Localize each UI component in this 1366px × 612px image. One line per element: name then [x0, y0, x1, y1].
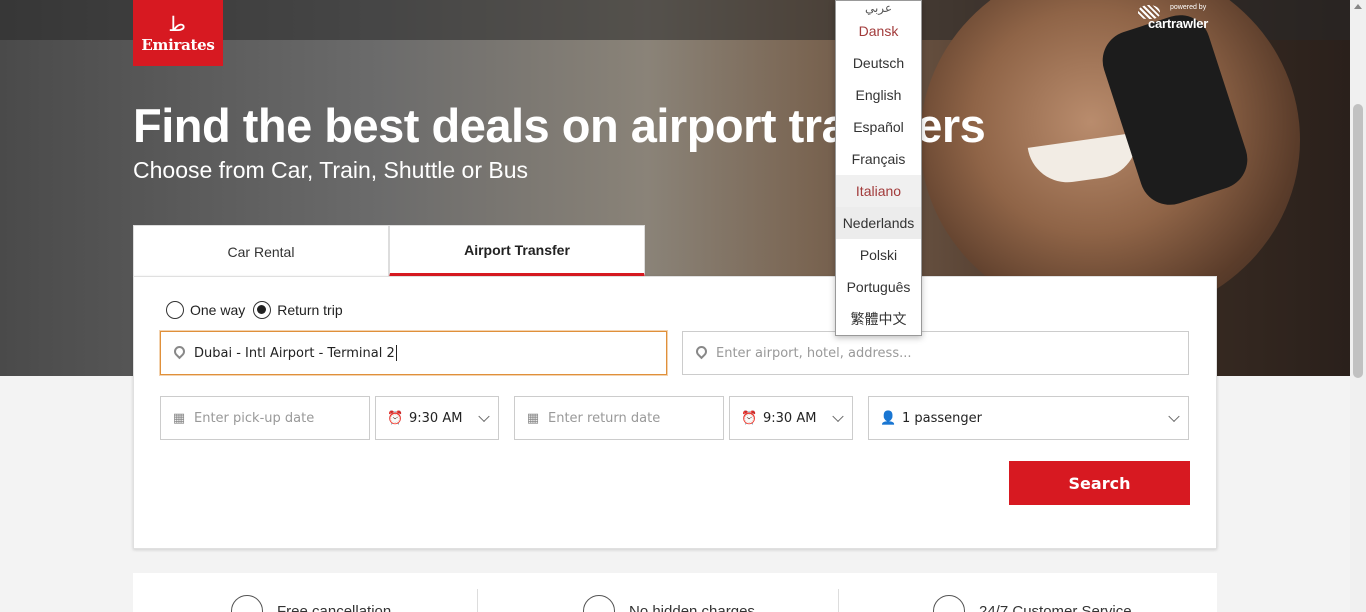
- passengers-select[interactable]: 👤 1 passenger: [868, 396, 1189, 440]
- money-icon: [583, 595, 615, 612]
- return-date-input[interactable]: ▦ Enter return date: [514, 396, 724, 440]
- tab-car-rental[interactable]: Car Rental: [133, 225, 389, 277]
- features-strip: Free cancellation No hidden charges 24/7…: [133, 573, 1217, 612]
- passengers-value: 1 passenger: [902, 410, 982, 426]
- scrollbar-thumb[interactable]: [1353, 104, 1363, 378]
- language-option-chinese-traditional[interactable]: 繁體中文: [836, 303, 921, 335]
- return-time-value: 9:30 AM: [763, 410, 817, 426]
- radio-circle-icon[interactable]: [166, 301, 184, 319]
- feature-label: 24/7 Customer Service: [979, 602, 1132, 612]
- pickup-time-select[interactable]: ⏰ 9:30 AM: [375, 396, 499, 440]
- language-option-nederlands[interactable]: Nederlands: [836, 207, 921, 239]
- feature-customer-service: 24/7 Customer Service: [933, 595, 1132, 612]
- return-trip-label: Return trip: [277, 302, 343, 318]
- page: Find the best deals on airport transfers…: [0, 0, 1366, 612]
- language-option-polski[interactable]: Polski: [836, 239, 921, 271]
- return-trip-radio[interactable]: Return trip: [253, 301, 343, 319]
- one-way-label: One way: [190, 302, 246, 318]
- search-form: One way Return trip Dubai - Intl Airport…: [133, 276, 1217, 549]
- trip-type-selector: One way Return trip: [166, 301, 351, 319]
- feature-label: No hidden charges: [629, 602, 755, 612]
- location-pin-icon: [171, 343, 187, 361]
- language-option-english[interactable]: English: [836, 79, 921, 111]
- language-option-italiano[interactable]: Italiano: [836, 175, 921, 207]
- question-chat-icon: [933, 595, 965, 612]
- page-subtitle: Choose from Car, Train, Shuttle or Bus: [133, 157, 529, 183]
- page-scrollbar[interactable]: [1350, 0, 1366, 612]
- pickup-location-input[interactable]: Dubai - Intl Airport - Terminal 2: [160, 331, 667, 375]
- language-option-espanol[interactable]: Español: [836, 111, 921, 143]
- chevron-down-icon: [832, 410, 844, 423]
- language-option-francais[interactable]: Français: [836, 143, 921, 175]
- return-date-placeholder: Enter return date: [548, 410, 661, 426]
- return-time-select[interactable]: ⏰ 9:30 AM: [729, 396, 853, 440]
- one-way-radio[interactable]: One way: [166, 301, 245, 319]
- search-button[interactable]: Search: [1009, 461, 1190, 505]
- feature-free-cancellation: Free cancellation: [231, 595, 391, 612]
- dropoff-placeholder: Enter airport, hotel, address...: [716, 345, 912, 361]
- radio-selected-icon[interactable]: [253, 301, 272, 319]
- product-tabs: Car Rental Airport Transfer: [133, 225, 645, 277]
- alarm-clock-icon: ⏰: [387, 410, 404, 426]
- calendar-icon: ▦: [172, 410, 186, 426]
- pickup-date-placeholder: Enter pick-up date: [194, 410, 315, 426]
- powered-by-brand: cartrawler: [1148, 16, 1209, 31]
- alarm-clock-icon: ⏰: [741, 410, 758, 426]
- location-pin-icon: [693, 343, 709, 361]
- language-option-arabic[interactable]: عربي: [836, 1, 921, 15]
- language-option-portugues[interactable]: Português: [836, 271, 921, 303]
- calendar-icon: ▦: [526, 410, 540, 426]
- chevron-down-icon: [478, 410, 490, 423]
- check-circle-icon: [231, 595, 263, 612]
- divider: [477, 589, 478, 612]
- pickup-time-value: 9:30 AM: [409, 410, 463, 426]
- scroll-up-arrow-icon[interactable]: [1354, 4, 1362, 9]
- chevron-down-icon: [1168, 410, 1180, 423]
- feature-no-hidden-charges: No hidden charges: [583, 595, 755, 612]
- person-icon: 👤: [880, 410, 897, 426]
- emirates-emblem-icon: ﻃ: [170, 12, 186, 36]
- emirates-logo[interactable]: ﻃ Emirates: [133, 0, 223, 66]
- language-option-deutsch[interactable]: Deutsch: [836, 47, 921, 79]
- dropoff-location-input[interactable]: Enter airport, hotel, address...: [682, 331, 1189, 375]
- text-cursor: [395, 345, 397, 361]
- powered-by-cartrawler: powered by cartrawler: [1136, 3, 1216, 33]
- divider: [838, 589, 839, 612]
- tab-airport-transfer[interactable]: Airport Transfer: [389, 225, 645, 277]
- language-dropdown: عربي Dansk Deutsch English Español Franç…: [835, 0, 922, 336]
- language-option-dansk[interactable]: Dansk: [836, 15, 921, 47]
- pickup-date-input[interactable]: ▦ Enter pick-up date: [160, 396, 370, 440]
- logo-text: Emirates: [141, 36, 215, 54]
- pickup-location-value: Dubai - Intl Airport - Terminal 2: [194, 345, 395, 361]
- powered-by-label: powered by: [1170, 4, 1207, 11]
- feature-label: Free cancellation: [277, 602, 392, 612]
